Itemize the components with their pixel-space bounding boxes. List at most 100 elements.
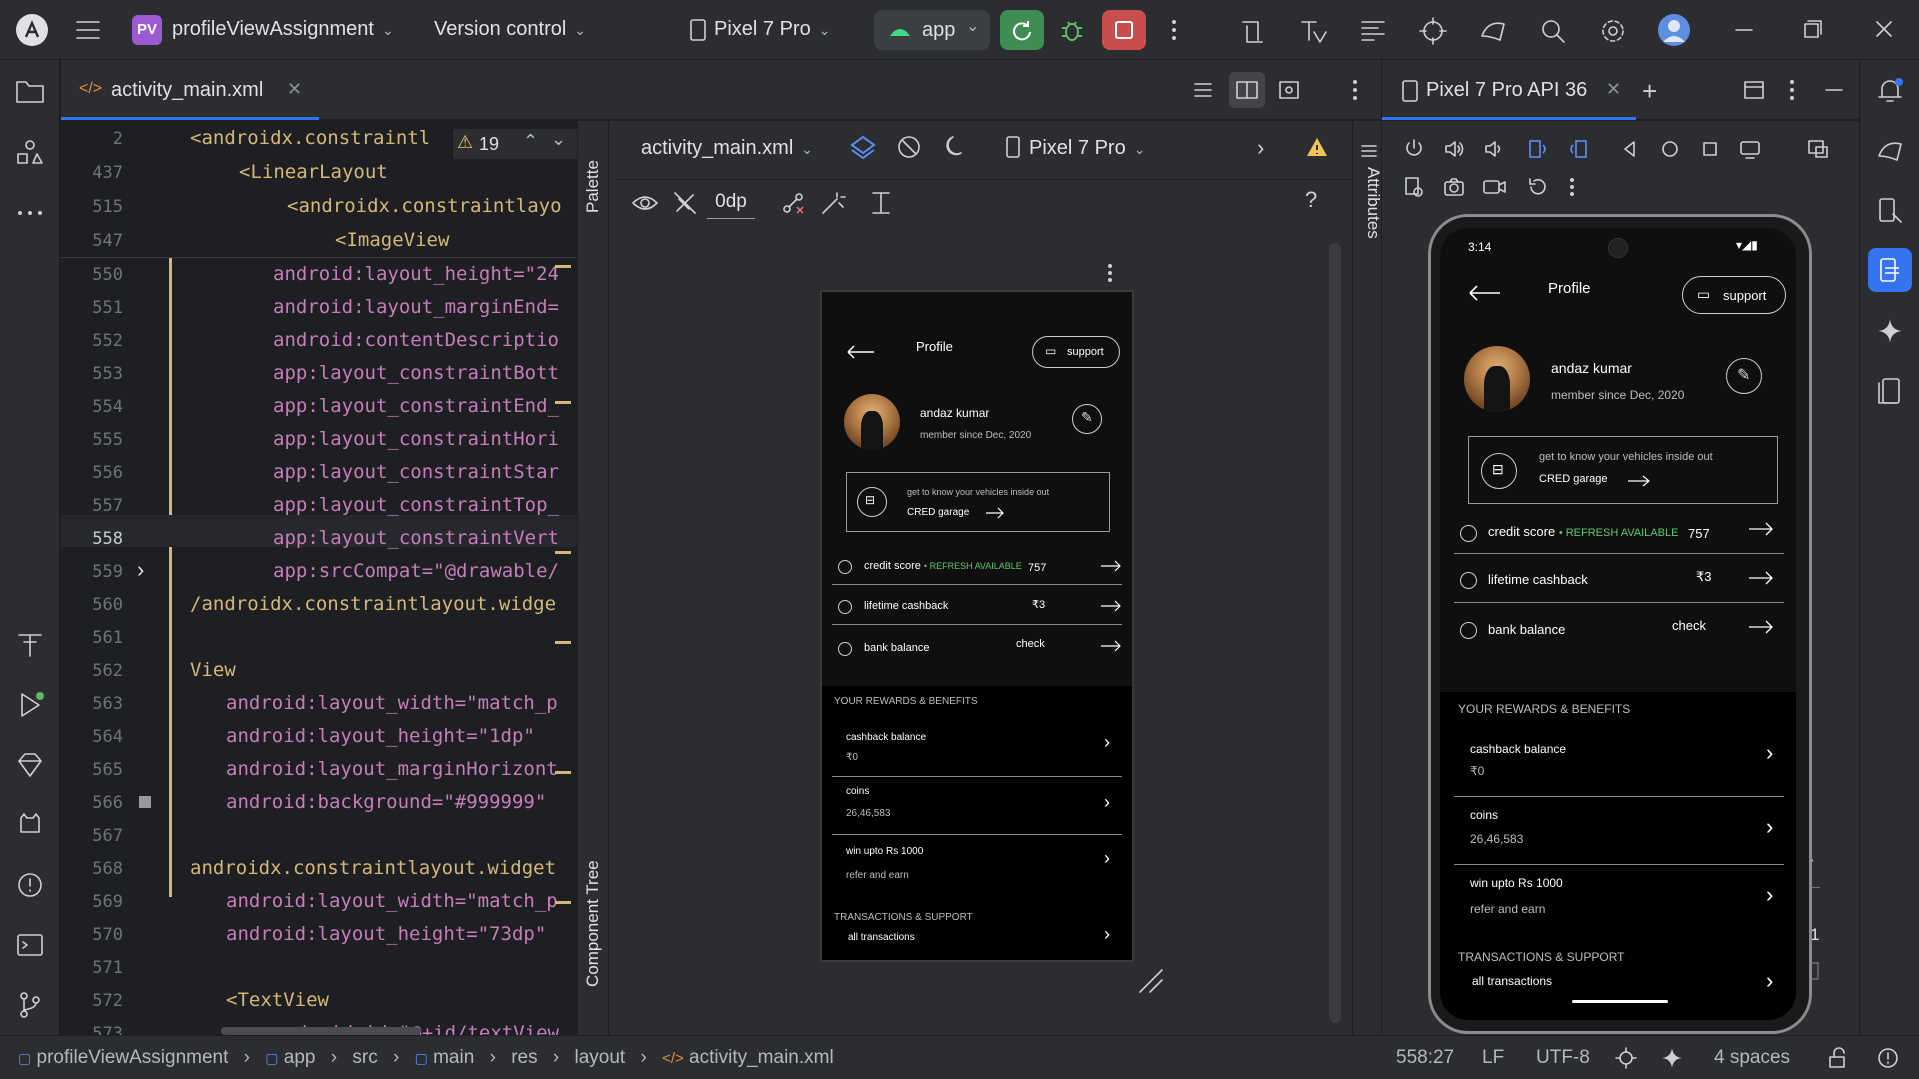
warning-marker[interactable] [555,551,571,554]
attributes-icon[interactable] [1359,141,1379,161]
inspection-profile-icon[interactable] [1614,1046,1638,1070]
indent-setting[interactable]: 4 spaces [1714,1047,1790,1069]
overview-icon[interactable] [1698,137,1722,161]
rerun-button[interactable] [1000,10,1044,50]
bank-value[interactable]: check [1672,618,1706,633]
build-icon[interactable] [15,630,45,660]
chevron-right-icon[interactable]: › [1766,740,1773,766]
add-device-icon[interactable]: + [1642,76,1657,107]
terminal-icon[interactable] [15,930,45,960]
code-editor[interactable]: 2 <androidx.constraintl 437 <LinearLayou… [61,121,577,1035]
sparkle-icon[interactable] [1660,1046,1684,1070]
all-transactions[interactable]: all transactions [1472,974,1552,988]
night-mode-icon[interactable] [941,133,969,161]
breadcrumb-item[interactable]: main [433,1047,474,1068]
code-view-icon[interactable] [1191,78,1215,102]
arrow-right-icon[interactable] [1100,600,1122,612]
close-icon[interactable] [1872,16,1896,44]
window-layout-icon[interactable] [1742,78,1766,102]
warning-marker[interactable] [555,641,571,644]
caret-position[interactable]: 558:27 [1396,1047,1454,1069]
warning-marker[interactable] [555,771,571,774]
layers-icon[interactable] [849,133,877,161]
gemini-icon[interactable] [1875,136,1905,166]
chevron-right-icon[interactable]: › [1104,848,1110,869]
restore-icon[interactable] [1800,16,1824,44]
notifications-icon[interactable] [1875,76,1905,106]
warning-marker[interactable] [555,265,571,268]
horizontal-scrollbar[interactable] [221,1027,421,1035]
arrow-right-icon[interactable] [1100,640,1122,652]
main-menu-icon[interactable] [74,16,102,44]
vertical-scrollbar[interactable] [1329,243,1341,1023]
color-swatch[interactable] [139,796,151,808]
avatar[interactable] [1658,14,1690,46]
fold-chevron-icon[interactable]: › [137,557,144,583]
chevron-down-icon[interactable]: ⌄ [551,129,566,150]
emulator-tab[interactable]: Pixel 7 Pro API 36 ✕ [1382,60,1636,120]
support-button[interactable]: ▭ support [1032,336,1120,368]
chevron-up-icon[interactable]: ⌃ [523,131,538,152]
emulator-more-icon[interactable] [1786,76,1798,104]
cred-garage-card[interactable]: ⊟ get to know your vehicles inside out C… [1468,436,1778,504]
gem-icon[interactable] [15,750,45,780]
device-mirroring-icon[interactable] [1875,376,1905,406]
resize-handle-icon[interactable] [1136,966,1164,994]
editor-more-icon[interactable] [1349,76,1361,104]
problems-icon[interactable] [1876,1046,1900,1070]
app-quality-icon[interactable] [1478,16,1508,46]
device-manager-icon[interactable] [1358,16,1388,46]
attributes-tab[interactable]: Attributes [1363,167,1383,239]
screen-record-settings-icon[interactable] [1738,137,1762,161]
bank-value[interactable]: check [1016,638,1045,650]
breadcrumb-item[interactable]: app [284,1047,316,1068]
guidelines-icon[interactable] [867,189,895,217]
close-tab-icon[interactable]: ✕ [287,79,302,100]
all-transactions[interactable]: all transactions [848,932,915,943]
volume-down-icon[interactable] [1482,137,1506,161]
breadcrumb-item[interactable]: src [352,1047,377,1068]
autoconnect-icon[interactable] [671,189,699,217]
snapshot-icon[interactable] [1402,175,1426,199]
reset-icon[interactable] [1526,175,1550,199]
close-tab-icon[interactable]: ✕ [1606,79,1621,100]
run-icon[interactable] [15,690,45,720]
inspection-widget[interactable]: ⚠ 19 ⌃ ⌄ [453,129,577,159]
project-folder-icon[interactable] [15,78,45,104]
sparkle-icon[interactable] [1875,316,1905,346]
file-encoding[interactable]: UTF-8 [1536,1047,1590,1069]
power-icon[interactable] [1402,137,1426,161]
resource-manager-icon[interactable] [15,138,45,168]
chevron-right-icon[interactable]: › [1257,135,1264,161]
orientation-icon[interactable] [895,133,923,161]
rotate-left-icon[interactable] [1526,137,1550,161]
line-separator[interactable]: LF [1482,1047,1504,1069]
project-selector[interactable]: profileViewAssignment ⌄ [172,18,394,41]
search-icon[interactable] [1538,16,1568,46]
help-icon[interactable]: ? [1305,187,1317,213]
home-icon[interactable] [1658,137,1682,161]
back-arrow-icon[interactable] [846,344,876,360]
warning-marker[interactable] [555,401,571,404]
chevron-right-icon[interactable]: › [1104,792,1110,813]
credit-score-row[interactable]: credit score • REFRESH AVAILABLE [864,560,1022,572]
chevron-right-icon[interactable]: › [1766,882,1773,908]
gear-icon[interactable] [1598,16,1628,46]
project-badge[interactable]: PV [132,15,162,45]
more-tools-icon[interactable] [15,198,45,228]
chevron-right-icon[interactable]: › [1766,968,1773,994]
layout-inspector-icon[interactable] [1418,16,1448,46]
edit-profile-button[interactable]: ✎ [1072,404,1102,434]
design-device-selector[interactable]: Pixel 7 Pro ⌄ [1029,137,1145,160]
chevron-right-icon[interactable]: › [1766,814,1773,840]
arrow-right-icon[interactable] [1748,522,1774,536]
refresh-available[interactable]: • REFRESH AVAILABLE [924,561,1022,571]
git-branch-icon[interactable] [15,990,45,1020]
design-preview[interactable]: Profile ▭ support andaz kumar member sin… [820,290,1134,962]
palette-tab[interactable]: Palette [583,160,603,213]
credit-score-row[interactable]: credit score • REFRESH AVAILABLE [1488,524,1678,539]
debug-icon[interactable] [1058,16,1086,44]
edit-profile-button[interactable]: ✎ [1726,358,1762,394]
volume-up-icon[interactable] [1442,137,1466,161]
sdk-manager-icon[interactable] [1238,16,1268,46]
